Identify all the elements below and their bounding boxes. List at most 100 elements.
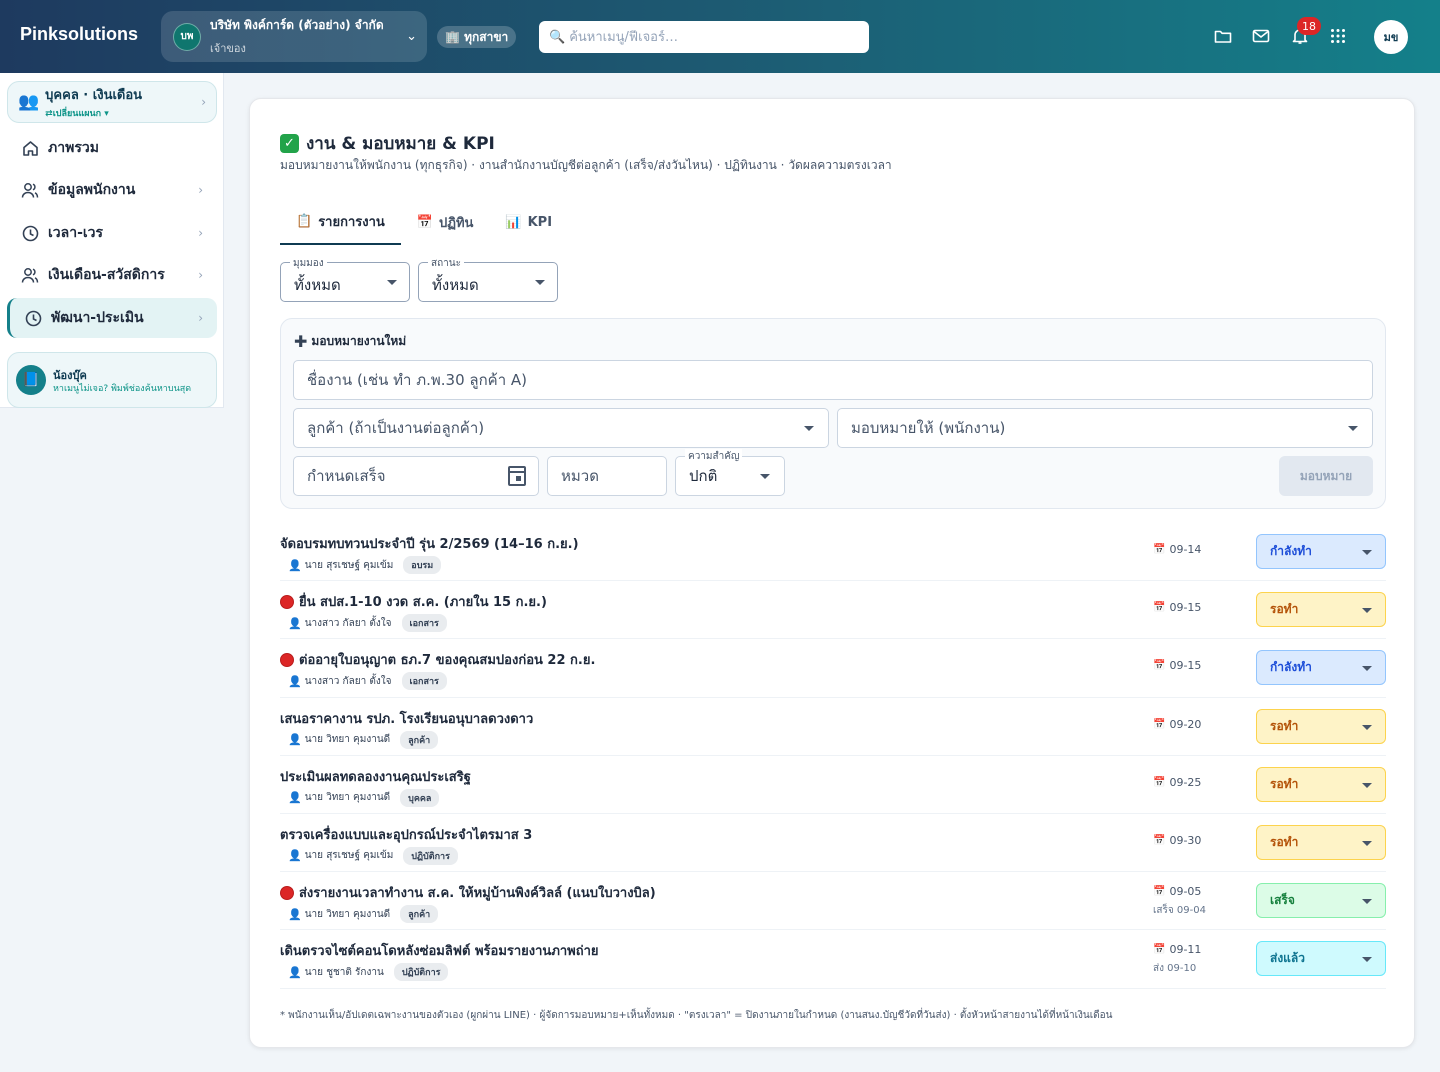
company-name: บริษัท พิงค์การ์ด (ตัวอย่าง) จำกัด — [210, 18, 384, 32]
task-status-value: ส่งแล้ว — [1270, 951, 1306, 966]
task-status-select[interactable]: รอทำ — [1256, 708, 1386, 744]
sidebar-item-overview[interactable]: ภาพรวม — [7, 128, 217, 168]
task-list: จัดอบรมทบทวนประจำปี รุ่น 2/2569 (14–16 ก… — [280, 523, 1386, 989]
task-row[interactable]: ยื่น สปส.1-10 งวด ส.ค. (ภายใน 15 ก.ย.) 👤 น… — [280, 581, 1386, 640]
task-due-date: 09-25 — [1169, 775, 1202, 789]
helper-assistant[interactable]: 📘 น้องบุ๊ค หาเมนูไม่เจอ? พิมพ์ช่องค้นหาบ… — [7, 352, 217, 408]
task-row[interactable]: ตรวจเครื่องแบบและอุปกรณ์ประจำไตรมาส 3 👤 นา… — [280, 814, 1386, 873]
task-name-input[interactable]: ชื่องาน (เช่น ทำ ภ.พ.30 ลูกค้า A) — [293, 360, 1373, 400]
task-title[interactable]: ยื่น สปส.1-10 งวด ส.ค. (ภายใน 15 ก.ย.) — [280, 591, 547, 612]
task-title[interactable]: ประเมินผลทดลองงานคุณประเสริฐ — [280, 766, 471, 787]
task-status-select[interactable]: กำลังทำ — [1256, 534, 1386, 569]
task-row[interactable]: ประเมินผลทดลองงานคุณประเสริฐ 👤 นาย วิทยา ค… — [280, 756, 1386, 814]
task-title[interactable]: เสนอราคางาน รปภ. โรงเรียนอนุบาลดวงดาว — [280, 708, 533, 729]
tab-kpi[interactable]: 📊 KPI — [489, 199, 568, 245]
tab-calendar[interactable]: 📅 ปฏิทิน — [401, 199, 490, 245]
task-row[interactable]: ต่ออายุใบอนุญาต ธภ.7 ของคุณสมปองก่อน 22 … — [280, 639, 1386, 698]
person-icon: 👤 — [288, 907, 302, 921]
apps-grid-icon[interactable] — [1328, 26, 1348, 46]
task-status-select[interactable]: ส่งแล้ว — [1256, 941, 1386, 977]
task-due: 📅 09-15 — [1153, 659, 1201, 672]
sidebar-item-label: เงินเดือน-สวัสดิการ — [48, 267, 165, 283]
top-bar: Pinksolutions บพ บริษัท พิงค์การ์ด (ตัวอ… — [0, 0, 1440, 73]
tab-task-list[interactable]: 📋 รายการงาน — [280, 199, 401, 245]
module-switcher[interactable]: 👥 บุคคล · เงินเดือน ⇄เปลี่ยนแผนก ▾ › — [7, 81, 217, 123]
mail-icon[interactable] — [1251, 26, 1271, 46]
task-title[interactable]: ตรวจเครื่องแบบและอุปกรณ์ประจำไตรมาส 3 — [280, 824, 532, 845]
task-row[interactable]: จัดอบรมทบทวนประจำปี รุ่น 2/2569 (14–16 ก… — [280, 523, 1386, 582]
assign-button[interactable]: มอบหมาย — [1279, 456, 1373, 496]
sidebar-item-employees[interactable]: ข้อมูลพนักงาน › — [7, 170, 217, 210]
task-title[interactable]: จัดอบรมทบทวนประจำปี รุ่น 2/2569 (14–16 ก… — [280, 533, 579, 554]
task-due-date: 09-15 — [1169, 659, 1202, 673]
task-status-select[interactable]: เสร็จ — [1256, 883, 1386, 919]
folder-icon[interactable] — [1213, 26, 1233, 46]
task-meta: 👤 นาย สุรเชษฐ์ คุมเข้ม ปฏิบัติการ — [288, 846, 458, 865]
task-category-chip: อบรม — [403, 556, 442, 574]
task-row[interactable]: ส่งรายงานเวลาทำงาน ส.ค. ให้หมู่บ้านพิงค์… — [280, 872, 1386, 931]
task-status-value: รอทำ — [1270, 834, 1299, 849]
page-title: ✓ งาน & มอบหมาย & KPI — [280, 130, 495, 157]
task-title[interactable]: ส่งรายงานเวลาทำงาน ส.ค. ให้หมู่บ้านพิงค์… — [280, 882, 656, 903]
task-done-date: ส่ง 09-10 — [1153, 963, 1197, 975]
task-title-text: ยื่น สปส.1-10 งวด ส.ค. (ภายใน 15 ก.ย.) — [299, 595, 547, 611]
search-input[interactable] — [569, 29, 859, 45]
task-title-text: ประเมินผลทดลองงานคุณประเสริฐ — [280, 769, 471, 785]
task-status-value: กำลังทำ — [1270, 544, 1312, 558]
clock-icon — [21, 224, 39, 242]
task-due: 📅 09-14 — [1153, 543, 1201, 556]
branch-selector[interactable]: 🏢 ทุกสาขา — [437, 26, 517, 48]
priority-select[interactable]: ความสำคัญ ปกติ — [675, 449, 785, 496]
dropdown-arrow-icon — [1362, 840, 1372, 846]
task-due-date: 09-30 — [1169, 833, 1202, 847]
task-row[interactable]: เดินตรวจไซต์คอนโดหลังซ่อมลิฟต์ พร้อมรายง… — [280, 930, 1386, 989]
due-date-input[interactable]: กำหนดเสร็จ — [293, 456, 539, 496]
status-filter-select[interactable]: สถานะ ทั้งหมด — [418, 256, 558, 302]
due-date-placeholder: กำหนดเสร็จ — [307, 467, 386, 485]
user-avatar[interactable]: มข — [1374, 20, 1408, 54]
task-status-select[interactable]: กำลังทำ — [1256, 650, 1386, 686]
task-due: 📅 09-30 — [1153, 834, 1201, 847]
task-status-select[interactable]: รอทำ — [1256, 766, 1386, 802]
task-title[interactable]: ต่ออายุใบอนุญาต ธภ.7 ของคุณสมปองก่อน 22 … — [280, 649, 595, 670]
category-input[interactable]: หมวด — [547, 456, 667, 496]
task-due: 📅 09-20 — [1153, 718, 1201, 731]
task-row[interactable]: เสนอราคางาน รปภ. โรงเรียนอนุบาลดวงดาว 👤 นา… — [280, 698, 1386, 756]
sidebar-item-development[interactable]: พัฒนา-ประเมิน › — [7, 298, 217, 338]
task-category-chip: ลูกค้า — [400, 905, 439, 924]
footnote: * พนักงานเห็น/อัปเดตเฉพาะงานของตัวเอง (ผ… — [280, 1010, 1113, 1021]
tab-label: ปฏิทิน — [438, 215, 474, 231]
search-box[interactable]: 🔍 — [539, 21, 869, 53]
task-status-value: รอทำ — [1270, 718, 1299, 733]
view-filter-select[interactable]: มุมมอง ทั้งหมด — [280, 256, 410, 302]
dropdown-arrow-icon — [1362, 899, 1372, 905]
task-status-select[interactable]: รอทำ — [1256, 824, 1386, 860]
assignee-select[interactable]: มอบหมายให้ (พนักงาน) — [837, 408, 1373, 448]
dropdown-arrow-icon — [1362, 782, 1372, 788]
sidebar-item-time-shift[interactable]: เวลา-เวร › — [7, 213, 217, 253]
status-filter-label: สถานะ — [428, 256, 464, 271]
tab-label: รายการงาน — [318, 214, 385, 230]
task-assignee: 👤 นาย วิทยา คุมงานดี — [288, 907, 390, 922]
task-status-value: รอทำ — [1270, 602, 1299, 617]
dropdown-arrow-icon — [1362, 724, 1372, 730]
urgent-dot-icon — [280, 652, 294, 667]
task-title-text: ส่งรายงานเวลาทำงาน ส.ค. ให้หมู่บ้านพิงค์… — [299, 886, 656, 902]
task-due-date: 09-20 — [1169, 717, 1202, 731]
task-assignee-name: นางสาว กัลยา ตั้งใจ — [304, 675, 392, 687]
task-title[interactable]: เดินตรวจไซต์คอนโดหลังซ่อมลิฟต์ พร้อมรายง… — [280, 940, 599, 961]
dropdown-arrow-icon — [1362, 666, 1372, 672]
person-icon: 👤 — [288, 558, 302, 572]
task-title-text: ต่ออายุใบอนุญาต ธภ.7 ของคุณสมปองก่อน 22 … — [299, 653, 596, 669]
brand-logo[interactable]: Pinksolutions — [20, 24, 138, 45]
calendar-icon: 📅 — [1153, 544, 1166, 555]
plus-icon: ✚ — [294, 332, 308, 351]
company-switcher[interactable]: บพ บริษัท พิงค์การ์ด (ตัวอย่าง) จำกัด เจ… — [161, 11, 427, 62]
sidebar-item-payroll[interactable]: เงินเดือน-สวัสดิการ › — [7, 255, 217, 295]
customer-select[interactable]: ลูกค้า (ถ้าเป็นงานต่อลูกค้า) — [293, 408, 829, 448]
calendar-icon[interactable] — [508, 466, 526, 486]
module-switch-label[interactable]: ⇄เปลี่ยนแผนก ▾ — [45, 106, 142, 120]
chevron-down-icon: ⌄ — [406, 29, 417, 44]
users-icon — [21, 266, 39, 284]
task-status-select[interactable]: รอทำ — [1256, 592, 1386, 628]
